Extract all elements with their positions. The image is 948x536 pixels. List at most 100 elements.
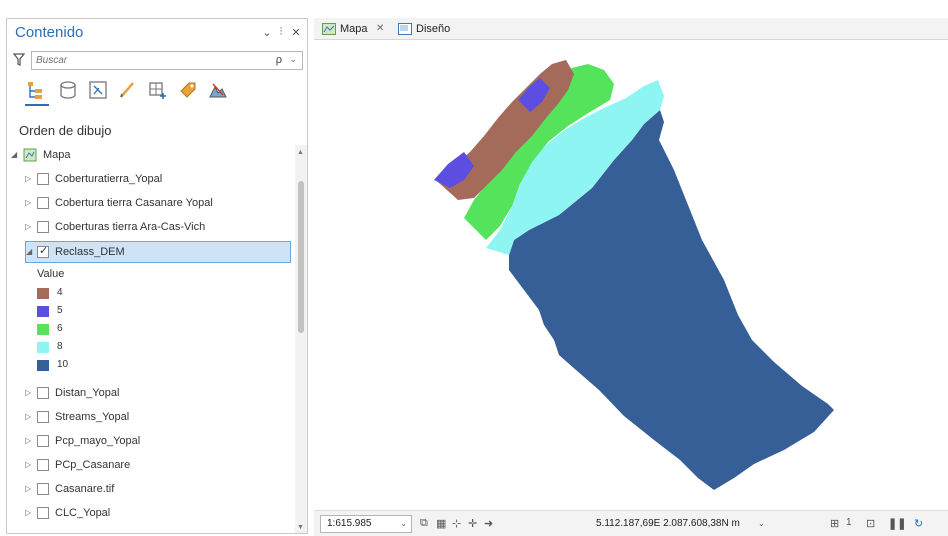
expand-icon[interactable]: ▷ [25,388,33,397]
layer-visibility-checkbox[interactable] [37,387,49,399]
tab-mapa[interactable]: Mapa ✕ [318,20,392,40]
layer-label: PCp_Casanare [55,459,131,471]
directions-icon[interactable]: ➜ [484,517,493,531]
layer-visibility-checkbox[interactable] [37,459,49,471]
layer-visibility-checkbox[interactable] [37,411,49,423]
map-item-label: Mapa [43,149,71,161]
expand-icon[interactable]: ▷ [25,508,33,517]
constraint-icon[interactable]: ✛ [468,517,477,531]
tab-label: Diseño [416,23,451,35]
list-by-perspective-icon[interactable] [207,79,229,101]
expand-icon[interactable]: ▷ [25,460,33,469]
navigation-tools-icon[interactable]: ⧉ [420,517,428,531]
list-by-snapping-icon[interactable] [147,79,169,101]
layer-visibility-checkbox[interactable] [37,221,49,233]
contents-pane: Contenido ⌄ ⫶ ✕ ρ ⌄ [6,18,308,534]
contents-header: Contenido ⌄ ⫶ ✕ [7,19,307,47]
chevron-down-icon[interactable]: ⌄ [758,519,765,528]
layer-row[interactable]: ▷ Cobertura tierra Casanare Yopal [7,193,295,215]
close-icon[interactable]: ✕ [290,26,302,39]
search-icon[interactable]: ρ [276,54,282,66]
close-tab-icon[interactable]: ✕ [376,23,384,34]
legend-label: 5 [57,305,63,316]
layer-label: Coberturatierra_Yopal [55,173,163,185]
active-view-indicator [25,104,49,106]
legend-heading: Value [37,268,65,280]
expand-icon[interactable]: ▷ [25,198,33,207]
scroll-thumb[interactable] [298,181,304,333]
map-item[interactable]: ◢ Mapa [7,145,295,167]
view-tabs: Mapa ✕ Diseño [314,18,948,40]
expand-icon[interactable]: ▷ [25,412,33,421]
tab-diseno[interactable]: Diseño [394,20,464,40]
layer-row[interactable]: ▷ Coberturas tierra Ara-Cas-Vich [7,217,295,239]
scale-value: 1:615.985 [327,518,372,529]
legend-label: 6 [57,323,63,334]
contents-title: Contenido [15,24,84,41]
legend-swatch[interactable] [37,342,49,353]
legend-swatch[interactable] [37,288,49,299]
map-icon [23,148,37,162]
layer-label: Cobertura tierra Casanare Yopal [55,197,213,209]
layer-label: Coberturas tierra Ara-Cas-Vich [55,221,206,233]
layer-visibility-checkbox[interactable] [37,173,49,185]
layer-row[interactable]: ▷ Pcp_mayo_Yopal [7,431,295,453]
map-view[interactable] [314,40,948,510]
layer-row[interactable]: ▷ CLC_Yopal [7,503,295,525]
layer-row[interactable]: ▷ Streams_Yopal [7,407,295,429]
pause-icon[interactable]: ❚❚ [888,517,906,531]
collapse-icon[interactable]: ◢ [11,150,19,159]
list-by-editing-icon[interactable] [117,79,139,101]
expand-icon[interactable]: ▷ [25,222,33,231]
pane-menu-icon[interactable]: ⌄ [261,26,273,39]
coordinates-readout: 5.112.187,69E 2.087.608,38N m [596,518,740,529]
layer-tree: ◢ Mapa ▷ Coberturatierra_Yopal ▷ Cobertu… [7,145,295,535]
layer-label: CLC_Yopal [55,507,111,519]
layer-visibility-checkbox[interactable] [37,197,49,209]
layer-visibility-checkbox[interactable] [37,483,49,495]
layer-row[interactable]: ▷ Casanare.tif [7,479,295,501]
legend-swatch[interactable] [37,360,49,371]
layer-row[interactable]: ▷ Coberturatierra_Yopal [7,169,295,191]
legend-label: 4 [57,287,63,298]
grid-icon[interactable]: ▦ [436,517,446,531]
refresh-extent-icon[interactable]: ⊡ [866,517,875,531]
layer-visibility-checkbox[interactable] [37,507,49,519]
refresh-icon[interactable]: ↻ [914,517,923,531]
collapse-icon[interactable]: ◢ [26,247,34,256]
scale-selector[interactable]: 1:615.985 ⌄ [320,515,412,533]
legend-swatch[interactable] [37,306,49,317]
filter-icon[interactable] [13,53,25,67]
expand-icon[interactable]: ▷ [25,484,33,493]
search-input[interactable] [36,53,256,68]
expand-icon[interactable]: ▷ [25,174,33,183]
legend-swatch[interactable] [37,324,49,335]
scroll-down-icon[interactable]: ▼ [297,524,304,531]
legend-label: 8 [57,341,63,352]
search-row: ρ ⌄ [13,51,303,71]
layer-label: Distan_Yopal [55,387,120,399]
list-by-labeling-icon[interactable] [177,79,199,101]
list-by-drawing-order-icon[interactable] [25,79,47,101]
layer-label: Pcp_mayo_Yopal [55,435,141,447]
contents-scrollbar[interactable]: ▲ ▼ [295,145,307,533]
status-bar: 1:615.985 ⌄ ⧉ ▦ ⊹ ✛ ➜ 5.112.187,69E 2.08… [314,510,948,536]
list-by-selection-icon[interactable] [87,79,109,101]
layer-row[interactable]: ▷ PCp_Casanare [7,455,295,477]
selected-features-icon[interactable]: ⊞ [830,517,839,531]
layer-visibility-checkbox[interactable] [37,244,49,258]
search-dropdown-icon[interactable]: ⌄ [289,54,297,65]
layer-row-selected[interactable]: ◢ Reclass_DEM [25,241,291,263]
chevron-down-icon[interactable]: ⌄ [400,519,407,528]
layer-visibility-checkbox[interactable] [37,435,49,447]
expand-icon[interactable]: ▷ [25,436,33,445]
reclass-dem-raster[interactable] [314,40,948,510]
scroll-up-icon[interactable]: ▲ [297,149,304,156]
pin-icon[interactable]: ⫶ [275,26,287,39]
snapping-icon[interactable]: ⊹ [452,517,461,531]
layer-row[interactable]: ▷ Distan_Yopal [7,383,295,405]
draw-order-heading: Orden de dibujo [19,123,112,138]
list-by-source-icon[interactable] [57,79,79,101]
contents-toolbar [25,79,285,107]
tab-label: Mapa [340,23,368,35]
